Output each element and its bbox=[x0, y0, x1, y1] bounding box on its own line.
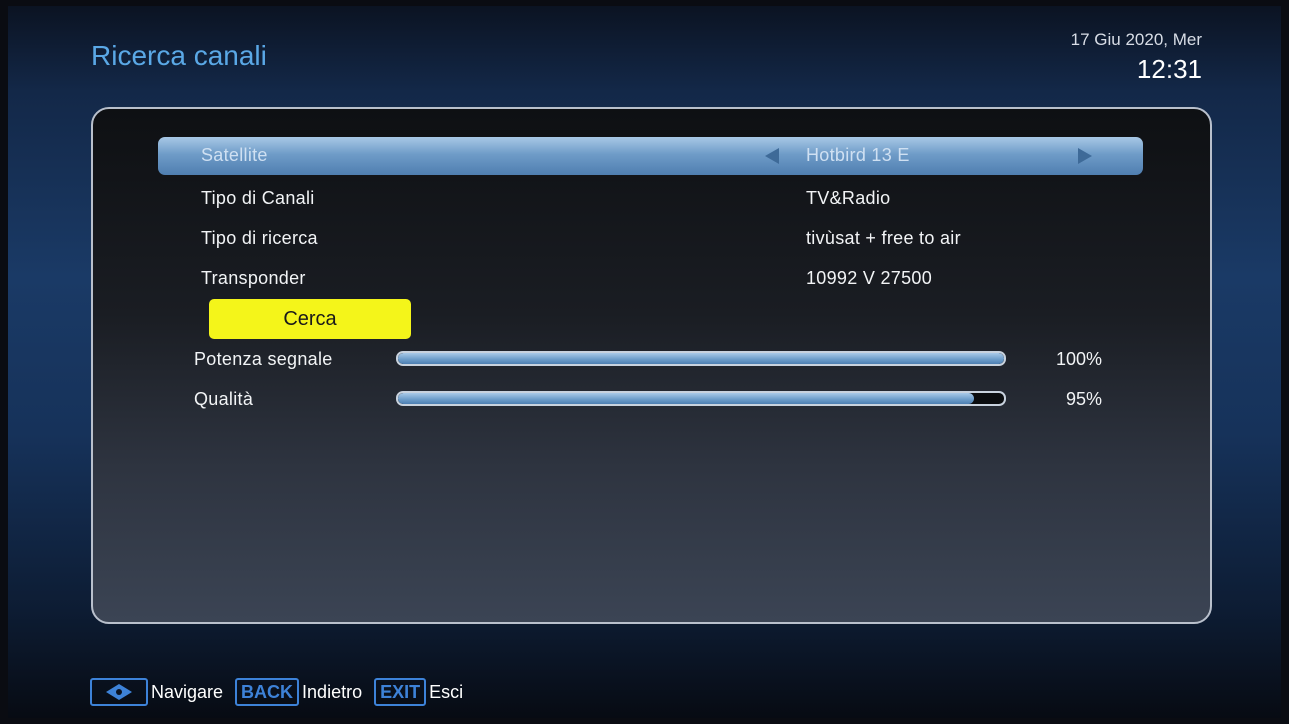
setting-label-transponder[interactable]: Transponder bbox=[201, 268, 306, 289]
footer-help: Navigare BACK Indietro EXIT Esci bbox=[90, 678, 475, 706]
signal-strength-bar bbox=[396, 351, 1006, 366]
setting-value-satellite[interactable]: Hotbird 13 E bbox=[806, 145, 910, 166]
arrow-left-icon[interactable] bbox=[765, 148, 779, 164]
navigate-label: Navigare bbox=[151, 681, 224, 702]
date-display: 17 Giu 2020, Mer bbox=[1070, 30, 1202, 49]
page-title: Ricerca canali bbox=[91, 40, 267, 71]
signal-strength-label: Potenza segnale bbox=[194, 349, 333, 369]
quality-label: Qualità bbox=[194, 389, 254, 409]
exit-key[interactable]: EXIT bbox=[374, 678, 427, 706]
back-label: Indietro bbox=[302, 681, 363, 702]
signal-strength-value: 100% bbox=[1055, 349, 1102, 369]
dpad-icon bbox=[90, 678, 148, 706]
quality-fill bbox=[398, 393, 974, 404]
setting-label-search-type[interactable]: Tipo di ricerca bbox=[201, 228, 318, 249]
setting-value-channel-type[interactable]: TV&Radio bbox=[806, 188, 890, 209]
quality-bar bbox=[396, 391, 1006, 406]
quality-value: 95% bbox=[1065, 389, 1102, 409]
search-button[interactable]: Cerca bbox=[209, 299, 411, 339]
tv-screen: Ricerca canali 17 Giu 2020, Mer 12:31 Sa… bbox=[8, 6, 1281, 718]
settings-panel: Satellite Hotbird 13 E Tipo di Canali TV… bbox=[91, 107, 1212, 624]
arrow-right-icon[interactable] bbox=[1078, 148, 1092, 164]
signal-strength-fill bbox=[398, 353, 1004, 364]
setting-label-satellite[interactable]: Satellite bbox=[201, 145, 268, 166]
back-key[interactable]: BACK bbox=[235, 678, 300, 706]
setting-value-transponder[interactable]: 10992 V 27500 bbox=[806, 268, 932, 289]
selected-row-highlight[interactable] bbox=[158, 137, 1143, 175]
setting-value-search-type[interactable]: tivùsat + free to air bbox=[806, 228, 961, 249]
exit-label: Esci bbox=[429, 681, 464, 702]
setting-label-channel-type[interactable]: Tipo di Canali bbox=[201, 188, 315, 209]
clock-display: 12:31 bbox=[1136, 54, 1202, 84]
